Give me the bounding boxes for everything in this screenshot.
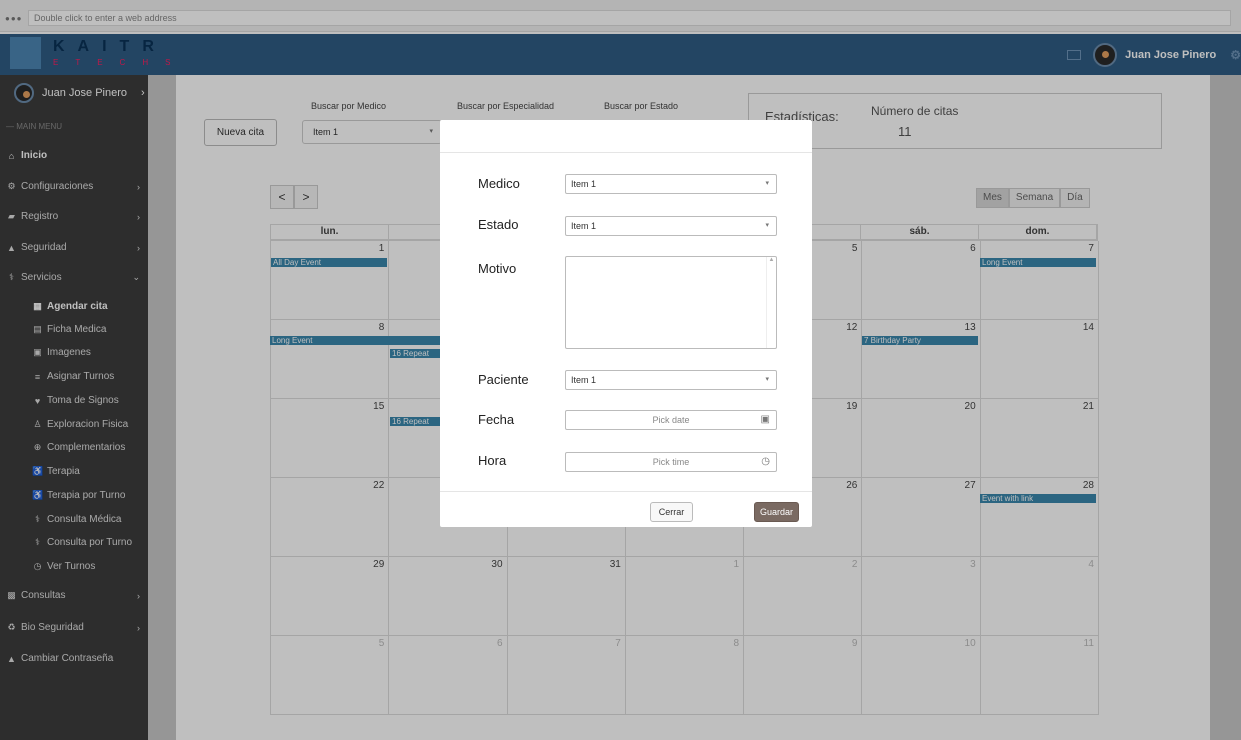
appointment-modal: Medico Item 1 ▾ Estado Item 1 ▾ Motivo ▲ P…: [440, 120, 812, 527]
save-button[interactable]: Guardar: [754, 502, 799, 522]
select-value: Item 1: [571, 375, 597, 385]
estado-select[interactable]: Item 1 ▾: [565, 216, 777, 236]
estado-label: Estado: [478, 217, 519, 232]
time-placeholder: Pick time: [652, 457, 690, 467]
calendar-icon[interactable]: ▣: [761, 411, 770, 429]
motivo-label: Motivo: [478, 261, 517, 276]
chevron-down-icon: ▾: [765, 376, 769, 383]
medico-select[interactable]: Item 1 ▾: [565, 174, 777, 194]
date-placeholder: Pick date: [652, 415, 690, 425]
scrollbar[interactable]: ▲: [766, 257, 776, 348]
modal-footer-divider: [440, 491, 812, 492]
date-picker-field[interactable]: Pick date ▣: [565, 410, 777, 430]
clock-icon[interactable]: ◷: [761, 453, 770, 471]
select-value: Item 1: [571, 221, 597, 231]
time-picker-field[interactable]: Pick time ◷: [565, 452, 777, 472]
modal-header-divider: [440, 152, 812, 153]
select-value: Item 1: [571, 179, 597, 189]
hora-label: Hora: [478, 453, 507, 468]
fecha-label: Fecha: [478, 412, 515, 427]
chevron-down-icon: ▾: [765, 180, 769, 187]
motivo-textarea[interactable]: ▲: [565, 256, 777, 349]
close-button[interactable]: Cerrar: [650, 502, 693, 522]
paciente-label: Paciente: [478, 372, 529, 387]
paciente-select[interactable]: Item 1 ▾: [565, 370, 777, 390]
chevron-down-icon: ▾: [765, 222, 769, 229]
medico-label: Medico: [478, 176, 520, 191]
